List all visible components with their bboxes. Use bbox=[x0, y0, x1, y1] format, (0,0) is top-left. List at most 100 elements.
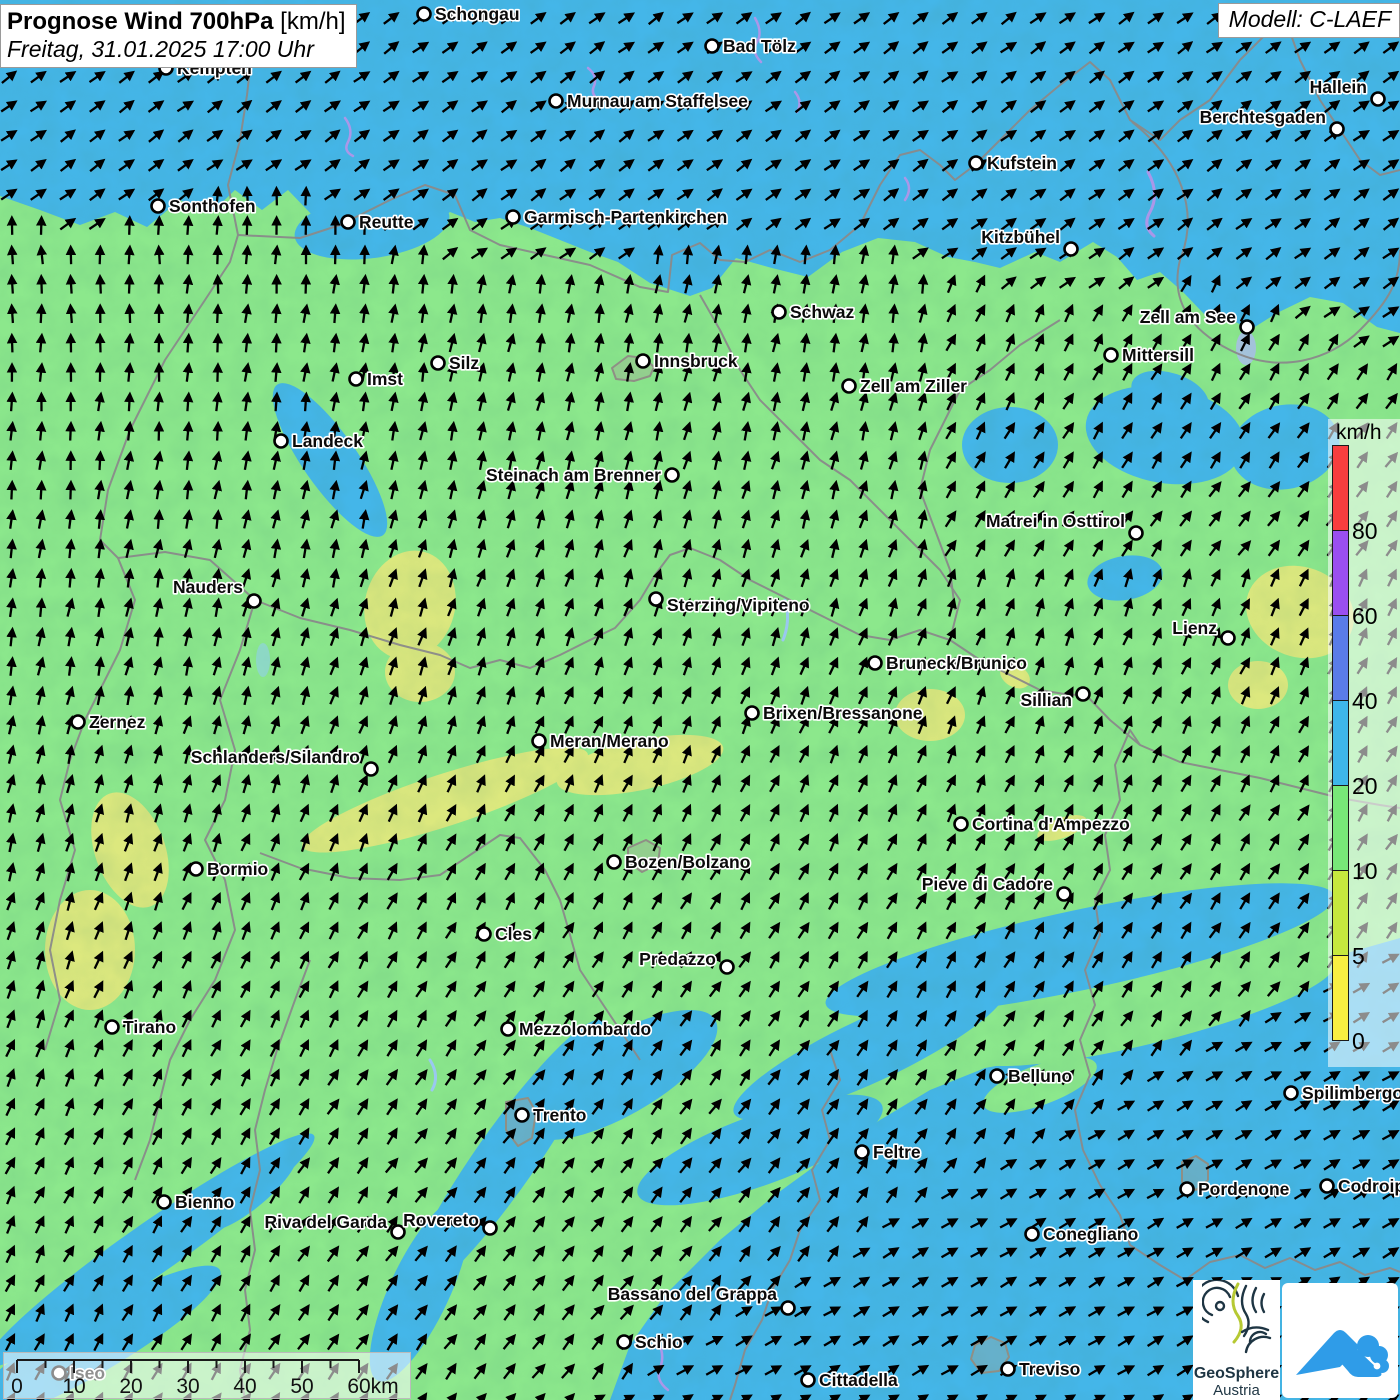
city-steinach-am-brenner: Steinach am Brenner bbox=[486, 465, 679, 485]
wind-arrow bbox=[217, 425, 218, 441]
wind-arrow bbox=[217, 307, 218, 323]
city-label: Pieve di Cadore bbox=[922, 874, 1054, 894]
city-label: Bruneck/Brunico bbox=[886, 653, 1027, 673]
city-marker bbox=[478, 928, 491, 941]
city-label: Mittersill bbox=[1122, 345, 1194, 365]
city-label: Hallein bbox=[1310, 77, 1367, 97]
wind-arrow bbox=[12, 336, 13, 352]
city-marker bbox=[1130, 527, 1143, 540]
legend-tick-label: 40 bbox=[1352, 688, 1398, 714]
city-label: Meran/Merano bbox=[550, 731, 669, 751]
city-marker bbox=[72, 716, 85, 729]
city-marker bbox=[106, 1021, 119, 1034]
wind-arrow bbox=[12, 248, 13, 264]
city-label: Sonthofen bbox=[169, 196, 256, 216]
city-label: Mezzolombardo bbox=[519, 1019, 651, 1039]
scalebar-label: 10 bbox=[62, 1375, 85, 1396]
wind-arrow bbox=[687, 248, 689, 264]
city-label: Landeck bbox=[292, 431, 363, 451]
city-marker bbox=[1026, 1228, 1039, 1241]
wind-arrow bbox=[71, 278, 72, 294]
wind-arrow bbox=[276, 395, 277, 411]
wind-arrow bbox=[129, 395, 130, 411]
city-label: Reutte bbox=[359, 212, 414, 232]
city-label: Bozen/Bolzano bbox=[625, 852, 750, 872]
city-label: Feltre bbox=[873, 1142, 921, 1162]
city-label: Treviso bbox=[1019, 1359, 1080, 1379]
wind-arrow bbox=[70, 483, 71, 499]
wind-arrow bbox=[276, 307, 277, 323]
legend-tick-label: 10 bbox=[1352, 858, 1398, 884]
wind-arrow bbox=[217, 366, 218, 382]
city-marker bbox=[618, 1336, 631, 1349]
legend-segment-80 bbox=[1332, 445, 1349, 531]
city-label: Conegliano bbox=[1043, 1224, 1138, 1244]
city-label: Zell am Ziller bbox=[860, 376, 967, 396]
city-cles: Cles bbox=[478, 924, 533, 944]
city-label: Bormio bbox=[207, 859, 268, 879]
city-marker bbox=[991, 1070, 1004, 1083]
scalebar-ruler: 0102030405060km bbox=[4, 1353, 408, 1396]
wind-arrow bbox=[422, 248, 424, 264]
city-marker bbox=[650, 593, 663, 606]
city-zell-am-ziller: Zell am Ziller bbox=[843, 376, 968, 396]
city-label: Schlanders/Silandro bbox=[191, 747, 360, 767]
city-label: Pordenone bbox=[1198, 1179, 1290, 1199]
wind-arrow bbox=[217, 219, 218, 235]
city-marker bbox=[802, 1374, 815, 1387]
weather-app-panel bbox=[1282, 1283, 1398, 1398]
city-marker bbox=[782, 1302, 795, 1315]
wind-arrow bbox=[187, 425, 189, 441]
wind-arrow bbox=[422, 366, 424, 382]
scalebar-label: 60km bbox=[347, 1375, 398, 1396]
city-murnau-am-staffelsee: Murnau am Staffelsee bbox=[550, 91, 749, 111]
city-label: Brixen/Bressanone bbox=[763, 703, 923, 723]
wind-arrow bbox=[334, 307, 335, 323]
wind-arrow bbox=[188, 336, 189, 352]
wind-arrow bbox=[364, 248, 365, 264]
city-label: Imst bbox=[367, 369, 403, 389]
city-marker bbox=[550, 95, 563, 108]
city-label: Matrei in Osttirol bbox=[986, 511, 1125, 531]
wind-arrow bbox=[41, 219, 42, 235]
legend-tick-label: 80 bbox=[1352, 518, 1398, 544]
wind-arrow bbox=[276, 366, 277, 382]
city-silz: Silz bbox=[432, 353, 480, 373]
mountain-cloud-icon bbox=[1282, 1283, 1398, 1398]
wind-arrow bbox=[41, 278, 42, 294]
city-label: Garmisch-Partenkirchen bbox=[524, 207, 727, 227]
wind-arrow bbox=[805, 248, 806, 264]
city-label: Schwaz bbox=[790, 302, 854, 322]
city-schio: Schio bbox=[618, 1332, 683, 1352]
wind-arrow bbox=[834, 248, 836, 264]
legend-title: km/h bbox=[1336, 421, 1382, 445]
geosphere-org-name: GeoSphere bbox=[1193, 1365, 1280, 1382]
wind-arrow bbox=[12, 278, 13, 294]
city-label: Nauders bbox=[173, 577, 243, 597]
city-label: Bad Tölz bbox=[723, 36, 796, 56]
city-mezzolombardo: Mezzolombardo bbox=[502, 1019, 652, 1039]
wind-speed-legend: km/h 806040201050 bbox=[1328, 419, 1400, 1067]
city-marker bbox=[1002, 1363, 1015, 1376]
wind-arrow bbox=[11, 542, 13, 558]
city-label: Codroipo bbox=[1338, 1176, 1400, 1196]
city-marker bbox=[970, 157, 983, 170]
city-label: Cortina d'Ampezzo bbox=[972, 814, 1130, 834]
city-label: Predazzo bbox=[639, 949, 716, 969]
wind-arrow bbox=[218, 278, 219, 294]
distance-scalebar: 0102030405060km bbox=[3, 1352, 411, 1399]
wind-arrow bbox=[305, 395, 306, 411]
legend-tick-label: 60 bbox=[1352, 603, 1398, 629]
city-label: Tirano bbox=[123, 1017, 176, 1037]
geosphere-country: Austria bbox=[1193, 1382, 1280, 1399]
city-label: Sterzing/Vipiteno bbox=[667, 595, 810, 615]
city-marker bbox=[856, 1146, 869, 1159]
city-marker bbox=[1181, 1183, 1194, 1196]
wind-arrow bbox=[159, 248, 160, 264]
wind-arrow bbox=[187, 219, 188, 235]
city-marker bbox=[1285, 1087, 1298, 1100]
wind-arrow bbox=[100, 278, 101, 294]
legend-tick-label: 20 bbox=[1352, 773, 1398, 799]
wind-arrow bbox=[129, 248, 130, 264]
legend-segment-0 bbox=[1332, 955, 1349, 1041]
